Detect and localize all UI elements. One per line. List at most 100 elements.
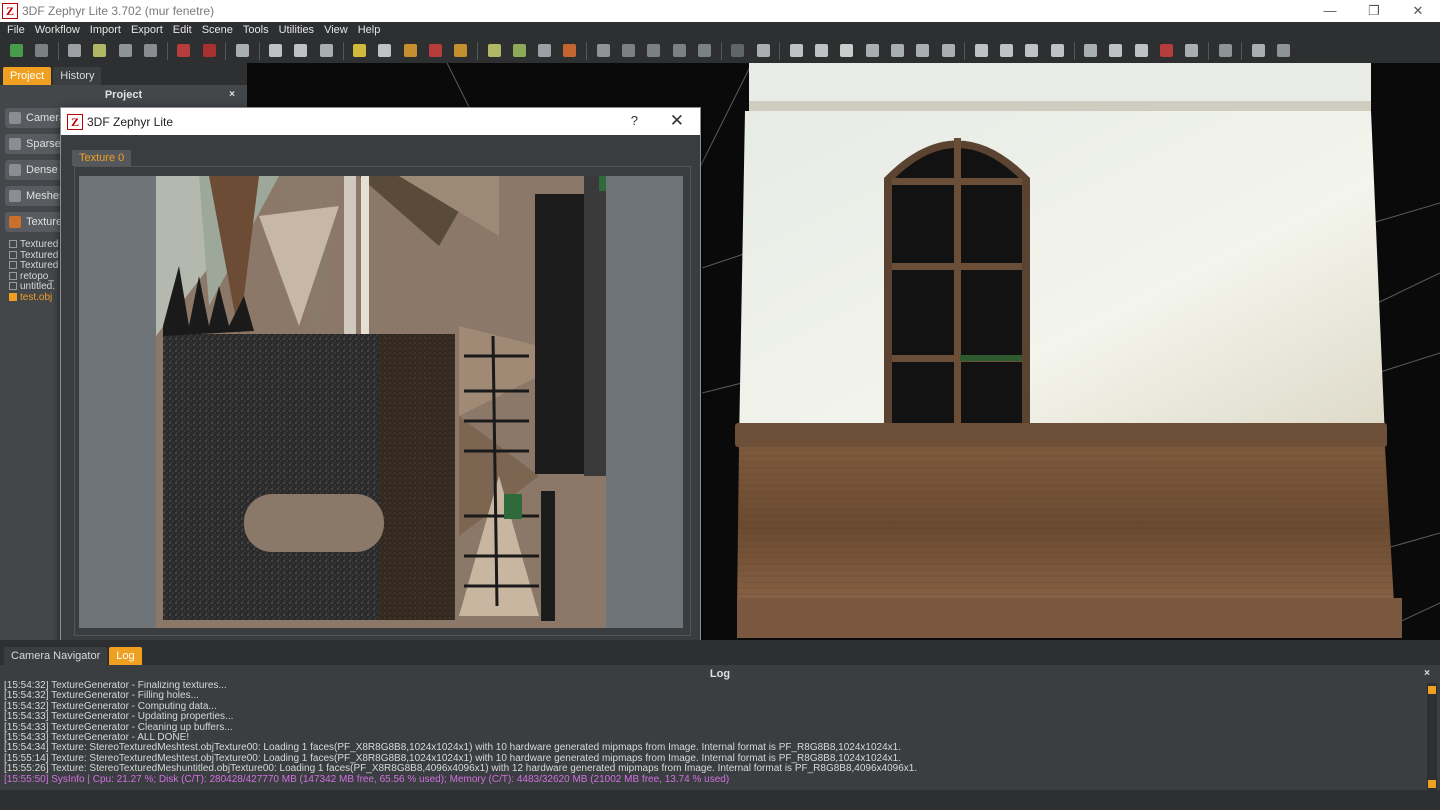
file-label: test.obj — [20, 291, 53, 303]
redo-icon — [756, 44, 770, 57]
rotate-button[interactable] — [266, 41, 286, 61]
maximize-button[interactable]: ❐ — [1352, 0, 1396, 22]
project-close-icon[interactable]: × — [229, 85, 235, 105]
checkbox-icon[interactable] — [9, 282, 17, 290]
mesh-button[interactable] — [140, 41, 160, 61]
menu-edit[interactable]: Edit — [168, 22, 197, 38]
tab-log[interactable]: Log — [109, 647, 142, 665]
brush-icon — [454, 44, 468, 57]
undo-button[interactable] — [728, 41, 748, 61]
dialog-close-button[interactable]: ✕ — [670, 111, 684, 131]
screenshot-button[interactable] — [232, 41, 252, 61]
ruler-icon — [1109, 44, 1123, 57]
fit-button[interactable] — [593, 41, 613, 61]
triangle-colored-button[interactable] — [400, 41, 420, 61]
checkbox-icon[interactable] — [9, 272, 17, 280]
checkbox-icon[interactable] — [9, 240, 17, 248]
log-scrollbar[interactable] — [1427, 683, 1437, 791]
mask-button[interactable] — [837, 41, 857, 61]
solid-button[interactable] — [1047, 41, 1067, 61]
log-line: [15:54:33] TextureGenerator - Cleaning u… — [4, 721, 233, 733]
log-close-icon[interactable]: × — [1424, 665, 1430, 683]
scroll-down-icon[interactable] — [1428, 780, 1436, 788]
close-button[interactable]: ✕ — [1396, 0, 1440, 22]
menu-workflow[interactable]: Workflow — [30, 22, 85, 38]
texture-red-button[interactable] — [199, 41, 219, 61]
select-invert-button[interactable] — [938, 41, 958, 61]
checkbox-icon[interactable] — [9, 261, 17, 269]
node-meshes[interactable]: Meshes — [5, 186, 65, 206]
toolbar-separator — [779, 41, 781, 60]
points-button[interactable] — [484, 41, 504, 61]
file-item-selected[interactable]: test.obj — [9, 291, 53, 303]
measure-button[interactable] — [971, 41, 991, 61]
minimize-button[interactable]: — — [1308, 0, 1352, 22]
measure2-button[interactable] — [997, 41, 1017, 61]
tab-history[interactable]: History — [53, 67, 102, 85]
light-icon — [353, 44, 367, 57]
file-item[interactable]: untitled. — [9, 281, 55, 292]
screenshot-icon — [235, 44, 249, 57]
file-item[interactable]: Textured — [9, 239, 58, 250]
brush-button[interactable] — [451, 41, 471, 61]
menu-scene[interactable]: Scene — [197, 22, 238, 38]
select-lasso-button[interactable] — [888, 41, 908, 61]
bbox-button[interactable] — [1081, 41, 1101, 61]
view-side-button[interactable] — [644, 41, 664, 61]
texture-button[interactable] — [174, 41, 194, 61]
triangle-red-button[interactable] — [425, 41, 445, 61]
log-line: [15:54:33] TextureGenerator - Updating p… — [4, 711, 234, 723]
orbit-button[interactable] — [291, 41, 311, 61]
sparse-button[interactable] — [90, 41, 110, 61]
view-front-button[interactable] — [619, 41, 639, 61]
node-sparse[interactable]: Sparse — [5, 134, 65, 154]
cube-color-button[interactable] — [560, 41, 580, 61]
file-item[interactable]: Textured — [9, 250, 58, 261]
select-button[interactable] — [786, 41, 806, 61]
menu-import[interactable]: Import — [85, 22, 126, 38]
node-dense[interactable]: Dense — [5, 160, 65, 180]
cameras-button[interactable] — [65, 41, 85, 61]
vr-button[interactable] — [1248, 41, 1268, 61]
grid-button[interactable] — [1182, 41, 1202, 61]
node-textured[interactable]: Textured — [5, 212, 65, 232]
menu-view[interactable]: View — [319, 22, 353, 38]
node-cameras[interactable]: Cameras — [5, 108, 65, 128]
ruler-button[interactable] — [1106, 41, 1126, 61]
light-button[interactable] — [350, 41, 370, 61]
checkbox-icon[interactable] — [9, 251, 17, 259]
file-item[interactable]: Textured — [9, 260, 58, 271]
pick-button[interactable] — [1131, 41, 1151, 61]
select-box-button[interactable] — [862, 41, 882, 61]
tab-texture-0[interactable]: Texture 0 — [72, 150, 132, 166]
tab-camera-navigator[interactable]: Camera Navigator — [4, 647, 108, 665]
points-green-button[interactable] — [509, 41, 529, 61]
redo-button[interactable] — [753, 41, 773, 61]
dense-button[interactable] — [115, 41, 135, 61]
view-top-button[interactable] — [669, 41, 689, 61]
menu-help[interactable]: Help — [353, 22, 386, 38]
menu-file[interactable]: File — [2, 22, 30, 38]
scroll-up-icon[interactable] — [1428, 686, 1436, 694]
tab-project[interactable]: Project — [3, 67, 52, 85]
menu-utilities[interactable]: Utilities — [274, 22, 319, 38]
save-button[interactable] — [31, 41, 51, 61]
view-persp-button[interactable] — [694, 41, 714, 61]
axes-button[interactable] — [1156, 41, 1176, 61]
box-button[interactable] — [535, 41, 555, 61]
dialog-title-bar: Z 3DF Zephyr Lite ? ✕ — [61, 108, 700, 135]
dialog-help-button[interactable]: ? — [631, 113, 638, 128]
help-button[interactable] — [1274, 41, 1294, 61]
sparse-icon — [93, 44, 107, 57]
select-all-button[interactable] — [913, 41, 933, 61]
filter-button[interactable] — [1215, 41, 1235, 61]
checkbox-icon[interactable] — [9, 293, 17, 301]
menu-tools[interactable]: Tools — [238, 22, 274, 38]
file-item[interactable]: retopo_ — [9, 271, 54, 282]
crop-button[interactable] — [1022, 41, 1042, 61]
menu-export[interactable]: Export — [126, 22, 168, 38]
triangle-button[interactable] — [375, 41, 395, 61]
ortho-button[interactable] — [316, 41, 336, 61]
select-remove-button[interactable] — [812, 41, 832, 61]
new-project-button[interactable] — [6, 41, 26, 61]
